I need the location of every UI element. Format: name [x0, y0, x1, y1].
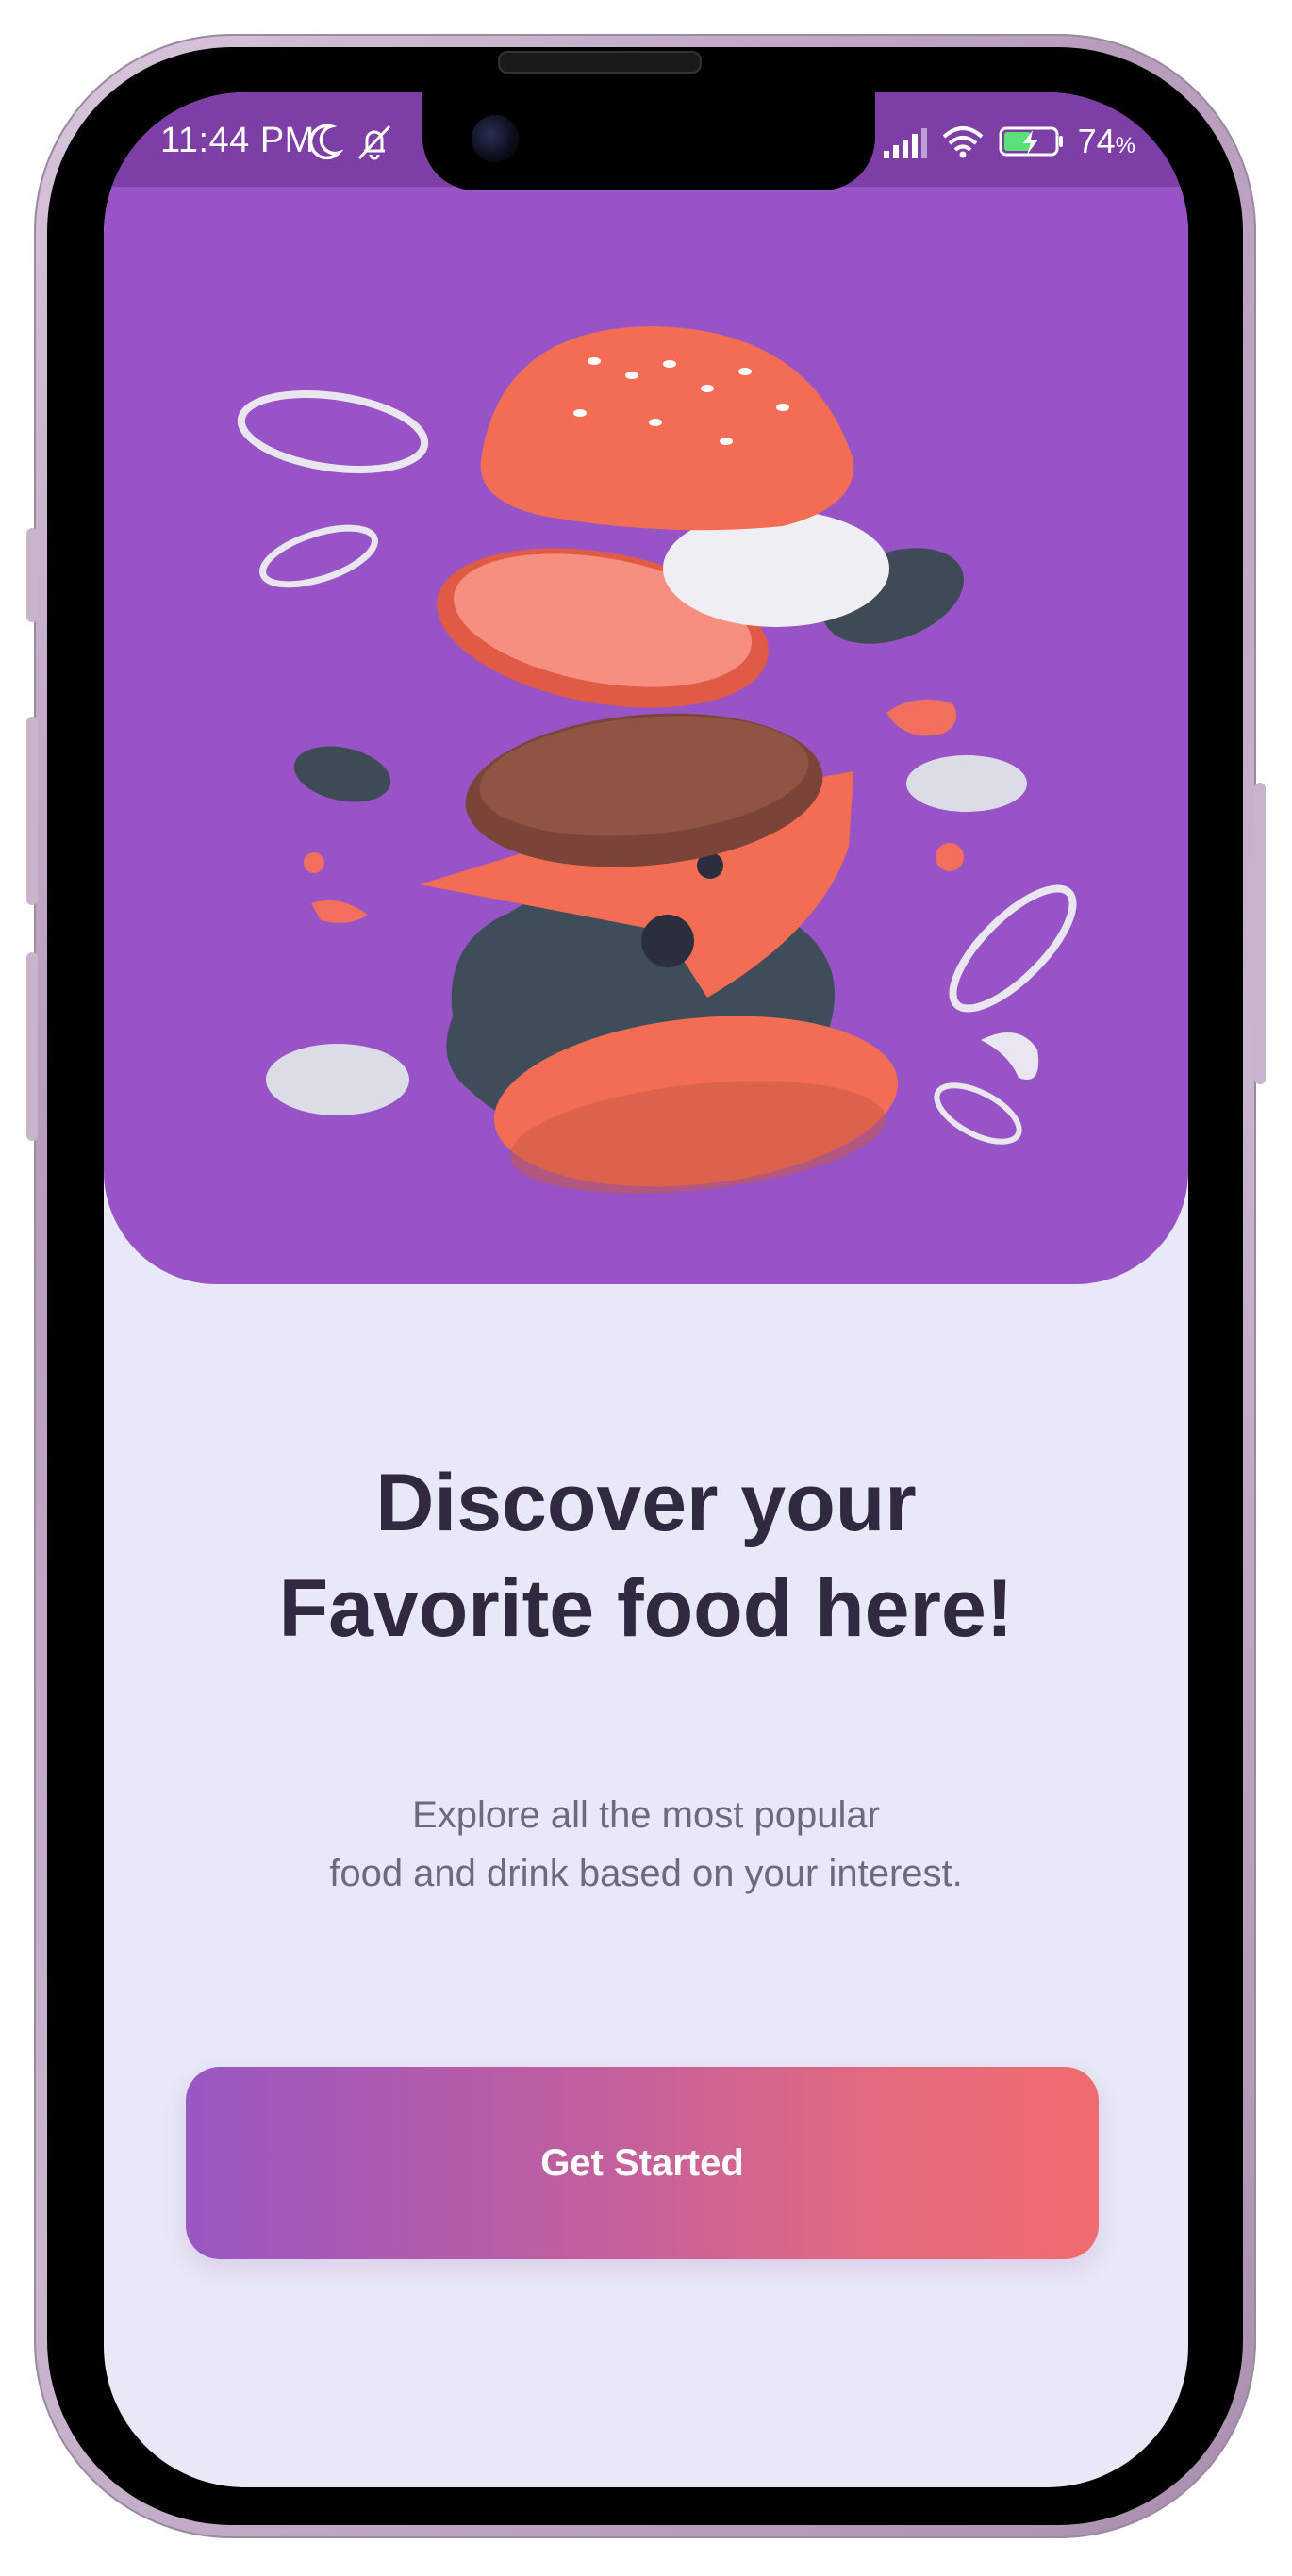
battery-percentage: 74% — [1077, 122, 1135, 160]
sauce-drop-icon — [304, 852, 324, 873]
notch — [422, 92, 875, 190]
sauce-drop-icon — [886, 699, 957, 736]
onion-ring-icon — [949, 884, 1077, 1013]
subtitle-line-2: food and drink based on your interest. — [329, 1853, 963, 1894]
get-started-button[interactable]: Get Started — [186, 2067, 1099, 2259]
moon-icon — [308, 124, 344, 160]
bell-off-icon — [357, 124, 391, 160]
action-button — [26, 528, 38, 622]
subtitle-line-1: Explore all the most popular — [412, 1794, 880, 1836]
volume-up-button — [26, 717, 38, 905]
status-time: 11:44 PM — [160, 121, 315, 160]
cucumber-slice-icon — [906, 755, 1027, 812]
power-button — [1254, 783, 1266, 1084]
onion-ring-icon — [237, 389, 429, 474]
title-line-2: Favorite food here! — [278, 1563, 1014, 1654]
sauce-drop-icon — [981, 1032, 1039, 1080]
volume-down-button — [26, 952, 38, 1141]
front-camera-icon — [472, 115, 519, 162]
wifi-icon — [942, 126, 983, 158]
signal-icon — [883, 128, 927, 158]
app-screen: 11:44 PM 74% Discover your Favorite food… — [104, 92, 1188, 2487]
battery-charging-icon — [999, 126, 1063, 157]
burger-illustration — [237, 326, 1077, 1194]
title-line-1: Discover your — [375, 1458, 917, 1548]
onboarding-title: Discover your Favorite food here! — [104, 1450, 1188, 1661]
onion-ring-icon — [259, 524, 378, 588]
sauce-drop-icon — [936, 843, 964, 871]
sauce-drop-icon — [311, 900, 368, 923]
onion-ring-icon — [934, 1082, 1022, 1145]
cucumber-slice-icon — [266, 1044, 409, 1115]
onboarding-subtitle: Explore all the most popular food and dr… — [104, 1786, 1188, 1903]
hero-banner — [104, 92, 1188, 1284]
olive-icon — [293, 746, 391, 802]
top-bun-icon — [480, 326, 854, 531]
earpiece-speaker — [498, 51, 702, 74]
